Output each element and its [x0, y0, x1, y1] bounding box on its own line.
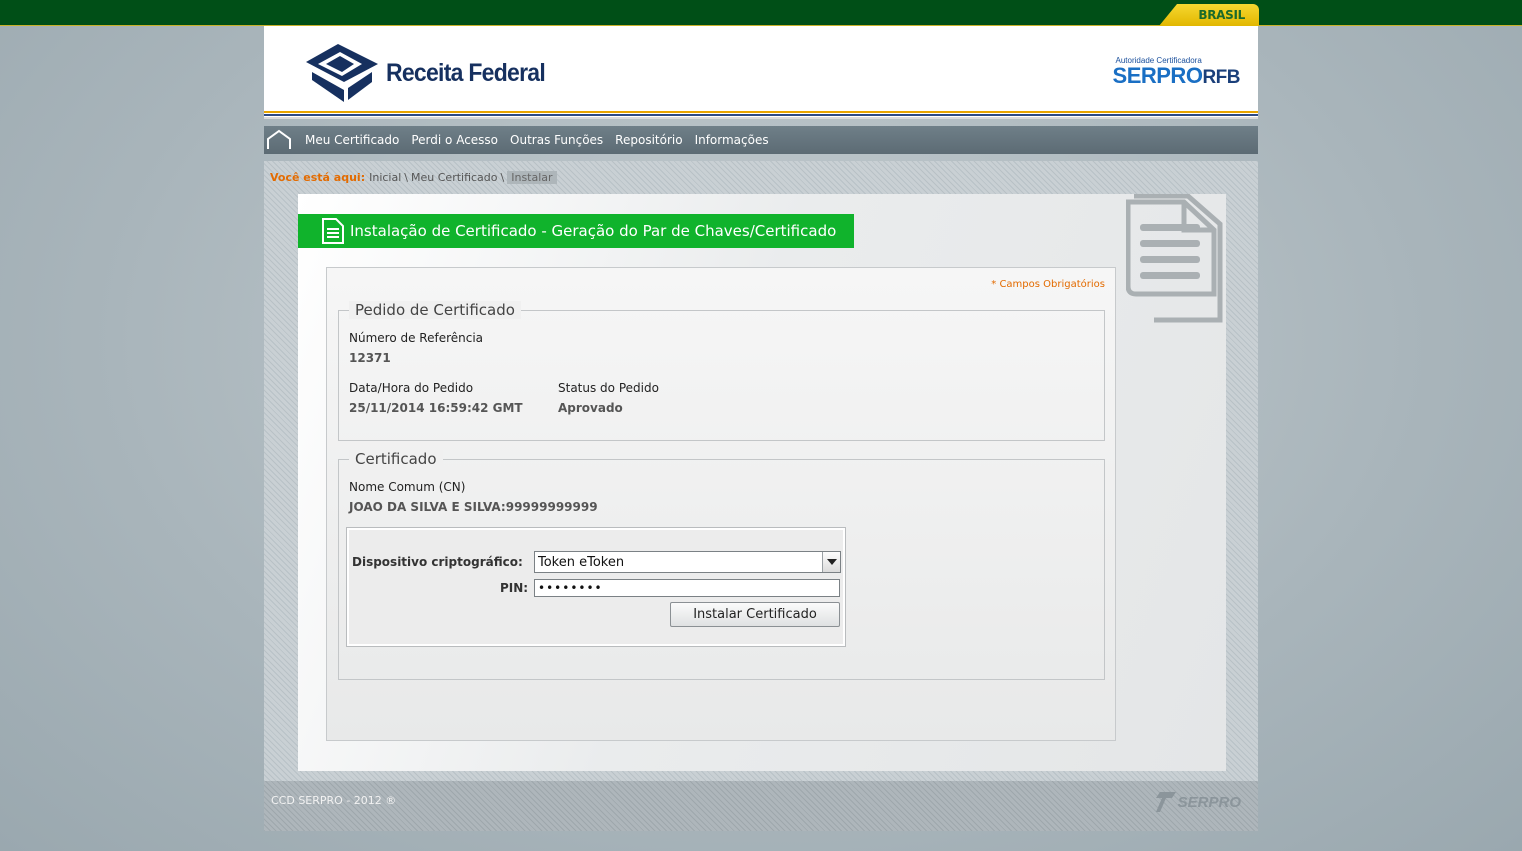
required-fields-note: * Campos Obrigatórios	[991, 279, 1105, 290]
pin-input[interactable]: ••••••••	[534, 579, 840, 597]
main-nav: Meu Certificado Perdi o Acesso Outras Fu…	[264, 126, 1258, 154]
serpro-brand: SERPRORFB	[1112, 63, 1241, 89]
footer-copyright: CCD SERPRO - 2012 ®	[271, 794, 397, 807]
breadcrumb-item-inicial[interactable]: Inicial	[369, 171, 401, 184]
site-header: Receita Federal Autoridade Certificadora…	[264, 26, 1258, 115]
footer: CCD SERPRO - 2012 ® SERPRO	[264, 781, 1258, 831]
fieldset-pedido: Pedido de Certificado Número de Referênc…	[338, 301, 1105, 441]
status-value: Aprovado	[558, 401, 623, 415]
breadcrumb-item-instalar: Instalar	[507, 170, 557, 184]
breadcrumb: Você está aqui: Inicial \ Meu Certificad…	[270, 170, 557, 184]
chevron-down-icon[interactable]	[822, 552, 840, 572]
fieldset-certificado-legend: Certificado	[349, 450, 443, 468]
device-select[interactable]: Token eToken	[534, 551, 841, 573]
breadcrumb-label: Você está aqui:	[270, 170, 366, 184]
page-title: Instalação de Certificado - Geração do P…	[350, 222, 837, 240]
fieldset-certificado: Certificado Nome Comum (CN) JOAO DA SILV…	[338, 450, 1105, 680]
receita-federal-logo[interactable]: Receita Federal	[300, 42, 559, 104]
ref-label: Número de Referência	[349, 331, 484, 345]
page-title-bar: Instalação de Certificado - Geração do P…	[298, 214, 854, 248]
crypto-device-box: Dispositivo criptográfico: Token eToken …	[346, 527, 846, 647]
pin-label: PIN:	[500, 581, 529, 595]
receita-federal-logo-text: Receita Federal	[386, 58, 546, 87]
nav-meu-certificado[interactable]: Meu Certificado	[294, 133, 405, 147]
receita-federal-emblem-icon	[306, 44, 378, 102]
content-frame: Você está aqui: Inicial \ Meu Certificad…	[264, 161, 1258, 781]
main-panel: Instalação de Certificado - Geração do P…	[298, 194, 1226, 771]
serpro-emblem-icon	[1155, 792, 1176, 812]
footer-serpro-logo[interactable]: SERPRO	[1155, 790, 1241, 814]
breadcrumb-separator: \	[500, 170, 505, 184]
cn-label: Nome Comum (CN)	[349, 480, 466, 494]
brasil-link[interactable]: BRASIL	[1159, 4, 1259, 26]
document-watermark-icon	[1126, 194, 1223, 323]
nav-outras-funcoes[interactable]: Outras Funções	[504, 133, 609, 147]
device-label: Dispositivo criptográfico:	[352, 555, 523, 569]
cn-value: JOAO DA SILVA E SILVA:99999999999	[349, 500, 598, 514]
serpro-brand-b: RFB	[1202, 67, 1240, 88]
serpro-brand-a: SERPRO	[1112, 63, 1203, 88]
serpro-rfb-logo[interactable]: Autoridade Certificadora SERPRORFB	[1112, 56, 1241, 89]
footer-logo-text: SERPRO	[1177, 793, 1241, 811]
fieldset-pedido-legend: Pedido de Certificado	[349, 301, 521, 319]
ref-value: 12371	[349, 351, 391, 365]
breadcrumb-separator: \	[404, 170, 409, 184]
form-box: * Campos Obrigatórios Pedido de Certific…	[326, 267, 1116, 741]
date-label: Data/Hora do Pedido	[349, 381, 474, 395]
status-label: Status do Pedido	[558, 381, 659, 395]
header-stripes	[264, 111, 1258, 119]
date-value: 25/11/2014 16:59:42 GMT	[349, 401, 523, 415]
nav-informacoes[interactable]: Informações	[689, 133, 775, 147]
install-certificate-button[interactable]: Instalar Certificado	[670, 602, 840, 627]
gov-bar: BRASIL	[0, 0, 1522, 26]
device-select-value: Token eToken	[538, 554, 625, 570]
page-container: Receita Federal Autoridade Certificadora…	[264, 26, 1258, 831]
nav-perdi-o-acesso[interactable]: Perdi o Acesso	[405, 133, 504, 147]
document-icon	[322, 218, 344, 244]
breadcrumb-item-meu-certificado[interactable]: Meu Certificado	[411, 171, 498, 184]
home-icon[interactable]	[264, 126, 294, 154]
nav-repositorio[interactable]: Repositório	[609, 133, 688, 147]
